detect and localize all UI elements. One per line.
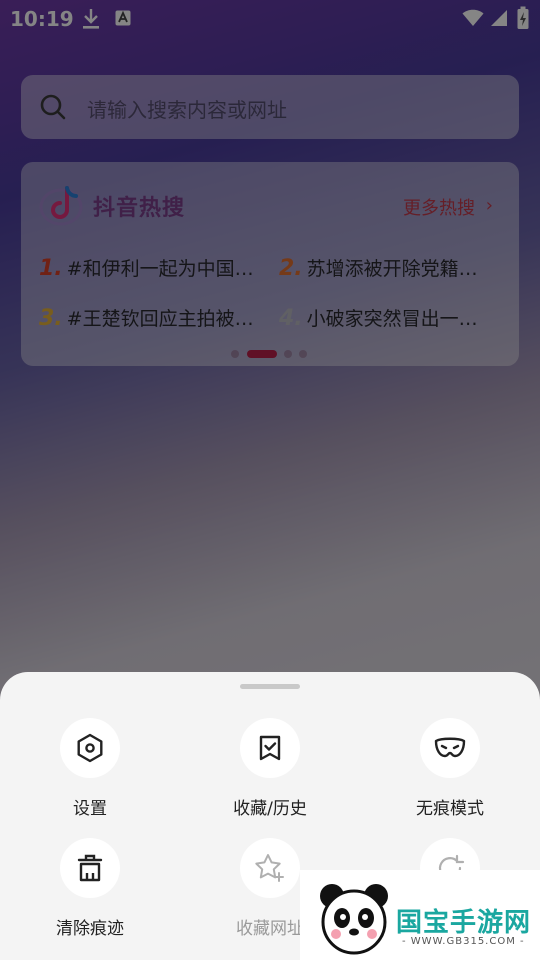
menu-label: 清除痕迹 — [56, 919, 124, 939]
watermark-url: - WWW.GB315.COM - — [402, 936, 525, 947]
menu-label: 收藏/历史 — [233, 799, 307, 819]
menu-label: 设置 — [73, 799, 107, 819]
menu-label: 无痕模式 — [416, 799, 484, 819]
star-plus-icon — [240, 838, 300, 898]
watermark: 国宝手游网 - WWW.GB315.COM - — [300, 870, 540, 960]
menu-bookmarks-history[interactable]: 收藏/历史 — [210, 718, 330, 819]
panda-logo-icon — [316, 880, 392, 960]
bookmark-check-icon — [240, 718, 300, 778]
mask-icon — [420, 718, 480, 778]
drag-handle[interactable] — [240, 684, 300, 689]
trash-icon — [60, 838, 120, 898]
watermark-text: 国宝手游网 — [396, 908, 532, 938]
menu-settings[interactable]: 设置 — [30, 718, 150, 819]
settings-hexagon-icon — [60, 718, 120, 778]
menu-clear-traces[interactable]: 清除痕迹 — [30, 838, 150, 939]
menu-incognito[interactable]: 无痕模式 — [390, 718, 510, 819]
